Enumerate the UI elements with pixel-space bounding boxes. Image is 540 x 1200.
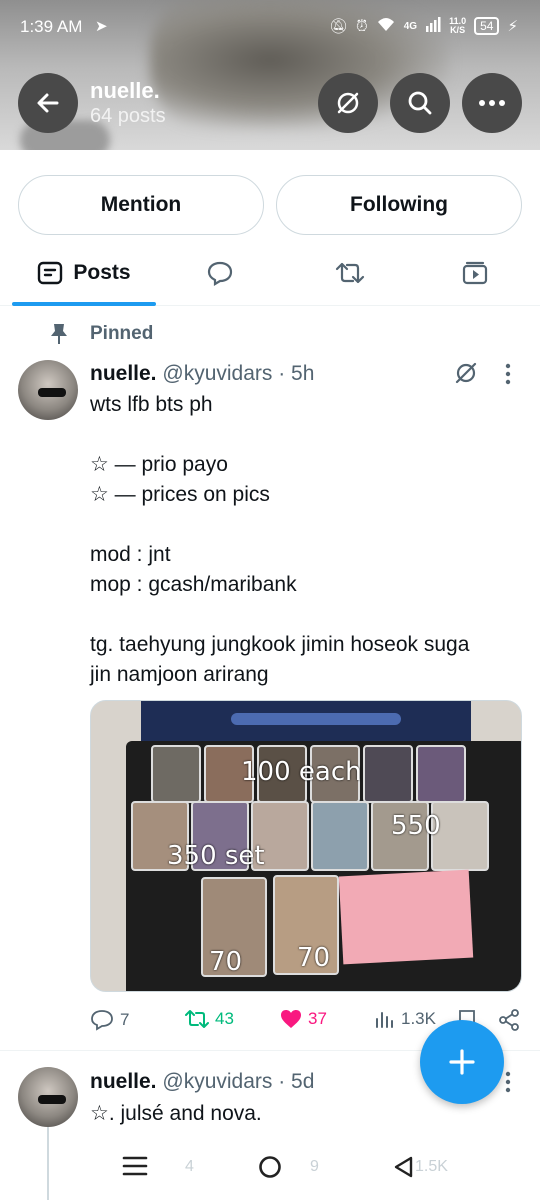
photocard [363,745,413,803]
vertical-more-icon [505,363,511,385]
back-button[interactable] [18,73,78,133]
system-back-button[interactable] [392,1155,414,1184]
plus-icon [449,1049,475,1075]
tweet-author-name[interactable]: nuelle. [90,362,157,385]
reply-icon [207,261,233,286]
pinned-indicator: Pinned [50,323,153,345]
like-count: 37 [308,1009,327,1028]
price-annotation: 70 [209,947,243,977]
reply-icon [91,1010,113,1031]
home-circle-icon [259,1156,281,1178]
signal-icon [425,16,441,36]
search-icon [408,91,432,115]
more-button[interactable] [462,73,522,133]
tweet-more-button[interactable] [503,362,513,391]
status-icons: 🔕︎ ⏰︎ 4G 11.0 K/S 54 ⚡︎ [329,16,518,36]
alarm-icon: ⏰︎ [356,17,368,35]
tweet-photo[interactable]: 100 each 350 set 550 70 70 [90,700,522,992]
view-count: 1.3K [401,1009,436,1028]
repost-icon [335,262,365,284]
reply-button[interactable]: 7 [90,1009,129,1031]
tab-active-indicator [12,302,156,306]
price-annotation: 550 [391,811,441,841]
grok-icon [455,362,477,384]
repost-count: 43 [215,1009,234,1028]
photocard [416,745,466,803]
more-icon [479,100,505,106]
grok-button[interactable] [318,73,378,133]
pink-envelope [338,869,474,965]
tweet-grok-button[interactable] [453,360,479,391]
pinned-label: Pinned [90,323,154,344]
battery-level: 54 [474,17,500,35]
tab-posts[interactable]: Posts [0,240,168,306]
profile-tabs: Posts [0,240,540,306]
price-annotation: 350 set [167,841,265,871]
recent-apps-button[interactable] [122,1155,148,1182]
tweet-header: nuelle. @kyuvidars · 5h [90,362,314,386]
tab-reposts[interactable] [280,240,420,306]
pin-icon [51,324,67,344]
back-arrow-icon [37,93,59,113]
views-icon [376,1012,393,1028]
header-name: nuelle. [90,78,160,103]
home-button[interactable] [258,1155,282,1184]
telegram-icon: ➤ [95,18,108,35]
wifi-icon [376,16,396,36]
avatar[interactable] [18,360,78,420]
charging-icon: ⚡︎ [507,18,518,35]
avatar-glasses [38,388,66,397]
tweet-text: ☆. julsé and nova. [90,1102,262,1125]
tab-replies[interactable] [150,240,290,306]
following-button[interactable]: Following [276,175,522,235]
heart-icon [281,1010,301,1028]
share-button[interactable] [498,1009,520,1031]
reply-count: 7 [120,1010,130,1029]
tab-posts-label: Posts [73,261,131,284]
laptop-taskbar [231,713,401,725]
share-icon [499,1009,519,1031]
mention-button[interactable]: Mention [18,175,264,235]
posts-icon [38,261,63,285]
like-button[interactable]: 37 [280,1009,327,1029]
tab-media[interactable] [405,240,540,306]
photocard [151,745,201,803]
tweet-author-name[interactable]: nuelle. [90,1070,157,1093]
tweet-header: nuelle. @kyuvidars · 5d [90,1070,314,1094]
media-icon [462,261,488,285]
avatar-glasses [38,1095,66,1104]
price-annotation: 70 [297,943,331,973]
tweet-handle-time: @kyuvidars · 5d [162,1070,315,1093]
vertical-more-icon [505,1071,511,1093]
tweet-text: wts lfb bts ph ☆ — prio payo ☆ — prices … [90,393,470,686]
network-type: 4G [403,20,418,32]
repost-button[interactable]: 43 [185,1009,234,1029]
photocard [311,801,369,871]
speed-unit: K/S [450,25,466,35]
avatar[interactable] [18,1067,78,1127]
status-time: 1:39 AM [20,17,83,36]
status-bar: 1:39 AM ➤ 🔕︎ ⏰︎ 4G 11.0 K/S 54 ⚡︎ [0,0,540,56]
search-button[interactable] [390,73,450,133]
header-post-count: 64 posts [90,105,166,127]
compose-button[interactable] [420,1020,504,1104]
price-annotation: 100 each [241,757,362,787]
mute-icon: 🔕︎ [328,18,349,35]
back-triangle-icon [394,1156,413,1178]
repost-icon [185,1010,209,1028]
grok-icon [337,92,359,114]
menu-lines-icon [122,1156,148,1176]
speed-indicator: 11.0 K/S [449,17,466,35]
views-button[interactable]: 1.3K [375,1009,436,1029]
tweet-more-button[interactable] [503,1070,513,1099]
tweet-handle-time: @kyuvidars · 5h [162,362,315,385]
